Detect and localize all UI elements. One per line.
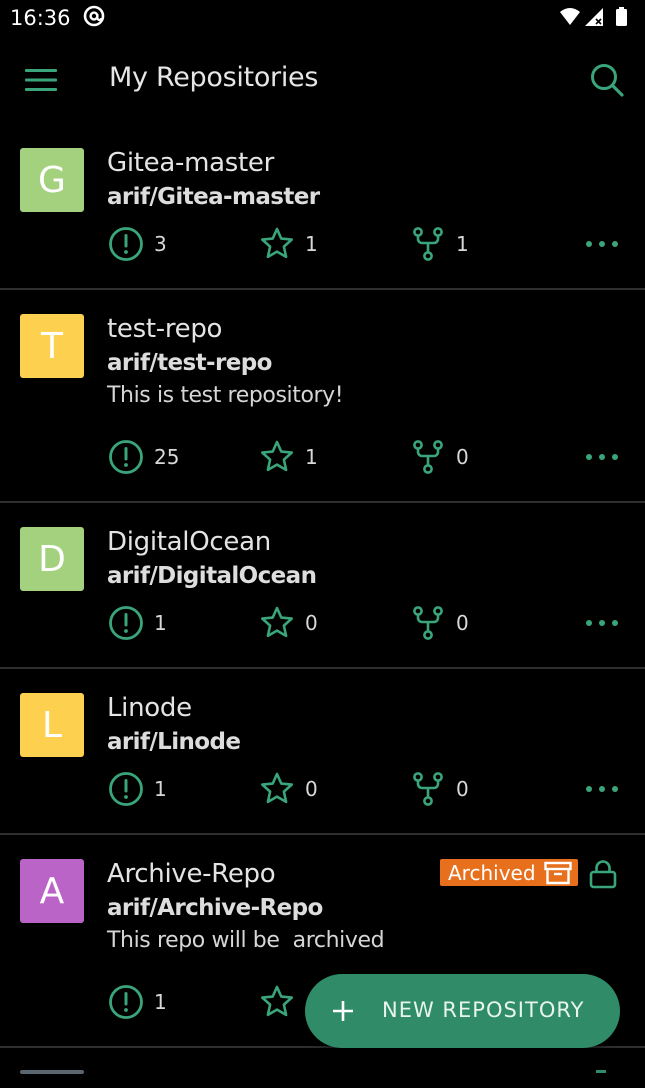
star-icon (261, 227, 293, 259)
repo-name: Gitea-master (107, 148, 274, 178)
fork-icon (413, 440, 443, 474)
search-icon[interactable] (589, 62, 625, 98)
forks-count: 1 (456, 232, 469, 256)
new-repository-button[interactable]: NEW REPOSITORY (305, 974, 620, 1048)
star-icon (261, 985, 293, 1017)
repo-list: G Gitea-master arif/Gitea-master 3 1 1 T… (0, 124, 645, 1048)
issue-icon (109, 227, 143, 261)
repo-name: Archive-Repo (107, 859, 276, 889)
repo-full-name: arif/test-repo (107, 350, 272, 376)
status-icons (560, 7, 627, 26)
star-icon (261, 606, 293, 638)
issue-icon (109, 772, 143, 806)
list-item[interactable]: D DigitalOcean arif/DigitalOcean 1 0 0 (0, 503, 645, 669)
issues-count: 3 (154, 232, 167, 256)
page-title: My Repositories (109, 62, 319, 93)
fork-icon (413, 227, 443, 261)
forks-stat: 0 (410, 605, 469, 641)
issues-count: 1 (154, 611, 167, 635)
issue-icon (109, 606, 143, 640)
archive-box-icon (543, 861, 572, 884)
issues-stat: 25 (108, 439, 179, 475)
lock-icon (589, 860, 617, 889)
issues-stat: 1 (108, 605, 167, 641)
forks-count: 0 (456, 445, 469, 469)
more-icon[interactable] (585, 618, 619, 628)
issues-count: 1 (154, 990, 167, 1014)
app-bar: My Repositories (0, 36, 645, 124)
list-item[interactable]: L Linode arif/Linode 1 0 0 (0, 669, 645, 835)
avatar: L (20, 693, 84, 757)
repo-full-name: arif/DigitalOcean (107, 563, 317, 589)
issues-count: 1 (154, 777, 167, 801)
more-icon[interactable] (585, 452, 619, 462)
stars-count: 0 (305, 611, 318, 635)
repo-name: DigitalOcean (107, 527, 271, 557)
repo-name: test-repo (107, 314, 223, 344)
issues-stat: 1 (108, 984, 167, 1020)
issue-icon (109, 985, 143, 1019)
issues-stat: 3 (108, 226, 167, 262)
repo-description: This is test repository! (107, 383, 344, 408)
stars-count: 1 (305, 232, 318, 256)
status-bar: 16:36 (0, 0, 645, 36)
stars-stat: 1 (259, 226, 318, 262)
stars-stat: 0 (259, 771, 318, 807)
issues-count: 25 (154, 445, 180, 469)
stars-stat: 1 (259, 439, 318, 475)
forks-stat: 0 (410, 439, 469, 475)
new-repository-label: NEW REPOSITORY (382, 998, 585, 1022)
wifi-icon (560, 8, 580, 25)
stars-count: 1 (305, 445, 318, 469)
more-icon[interactable] (585, 784, 619, 794)
status-time: 16:36 (10, 6, 71, 30)
issues-stat: 1 (108, 771, 167, 807)
next-item-avatar-peek (20, 1070, 84, 1074)
archived-badge: Archived (440, 859, 578, 886)
repo-name: Linode (107, 693, 192, 723)
avatar: D (20, 527, 84, 591)
forks-stat: 0 (410, 771, 469, 807)
avatar: A (20, 859, 84, 923)
signal-icon (585, 8, 603, 26)
repo-full-name: arif/Linode (107, 729, 241, 755)
fork-icon (413, 606, 443, 640)
star-icon (261, 772, 293, 804)
list-item[interactable]: G Gitea-master arif/Gitea-master 3 1 1 (0, 124, 645, 290)
next-item-icon-peek (596, 1070, 606, 1073)
archived-label: Archived (448, 860, 536, 885)
at-sign-icon (83, 5, 105, 27)
forks-stat: 1 (410, 226, 469, 262)
repo-full-name: arif/Archive-Repo (107, 895, 323, 921)
repo-full-name: arif/Gitea-master (107, 184, 320, 210)
stars-stat: 0 (259, 605, 318, 641)
battery-icon (616, 7, 627, 26)
star-icon (261, 440, 293, 472)
fork-icon (413, 772, 443, 806)
plus-icon (333, 1001, 353, 1021)
forks-count: 0 (456, 611, 469, 635)
list-item[interactable]: T test-repo arif/test-repo This is test … (0, 290, 645, 503)
menu-icon[interactable] (24, 66, 58, 94)
avatar: T (20, 314, 84, 378)
stars-count: 0 (305, 777, 318, 801)
issue-icon (109, 440, 143, 474)
forks-count: 0 (456, 777, 469, 801)
avatar: G (20, 148, 84, 212)
stars-stat (259, 984, 295, 1020)
repo-description: This repo will be archived (107, 928, 385, 953)
more-icon[interactable] (585, 239, 619, 249)
